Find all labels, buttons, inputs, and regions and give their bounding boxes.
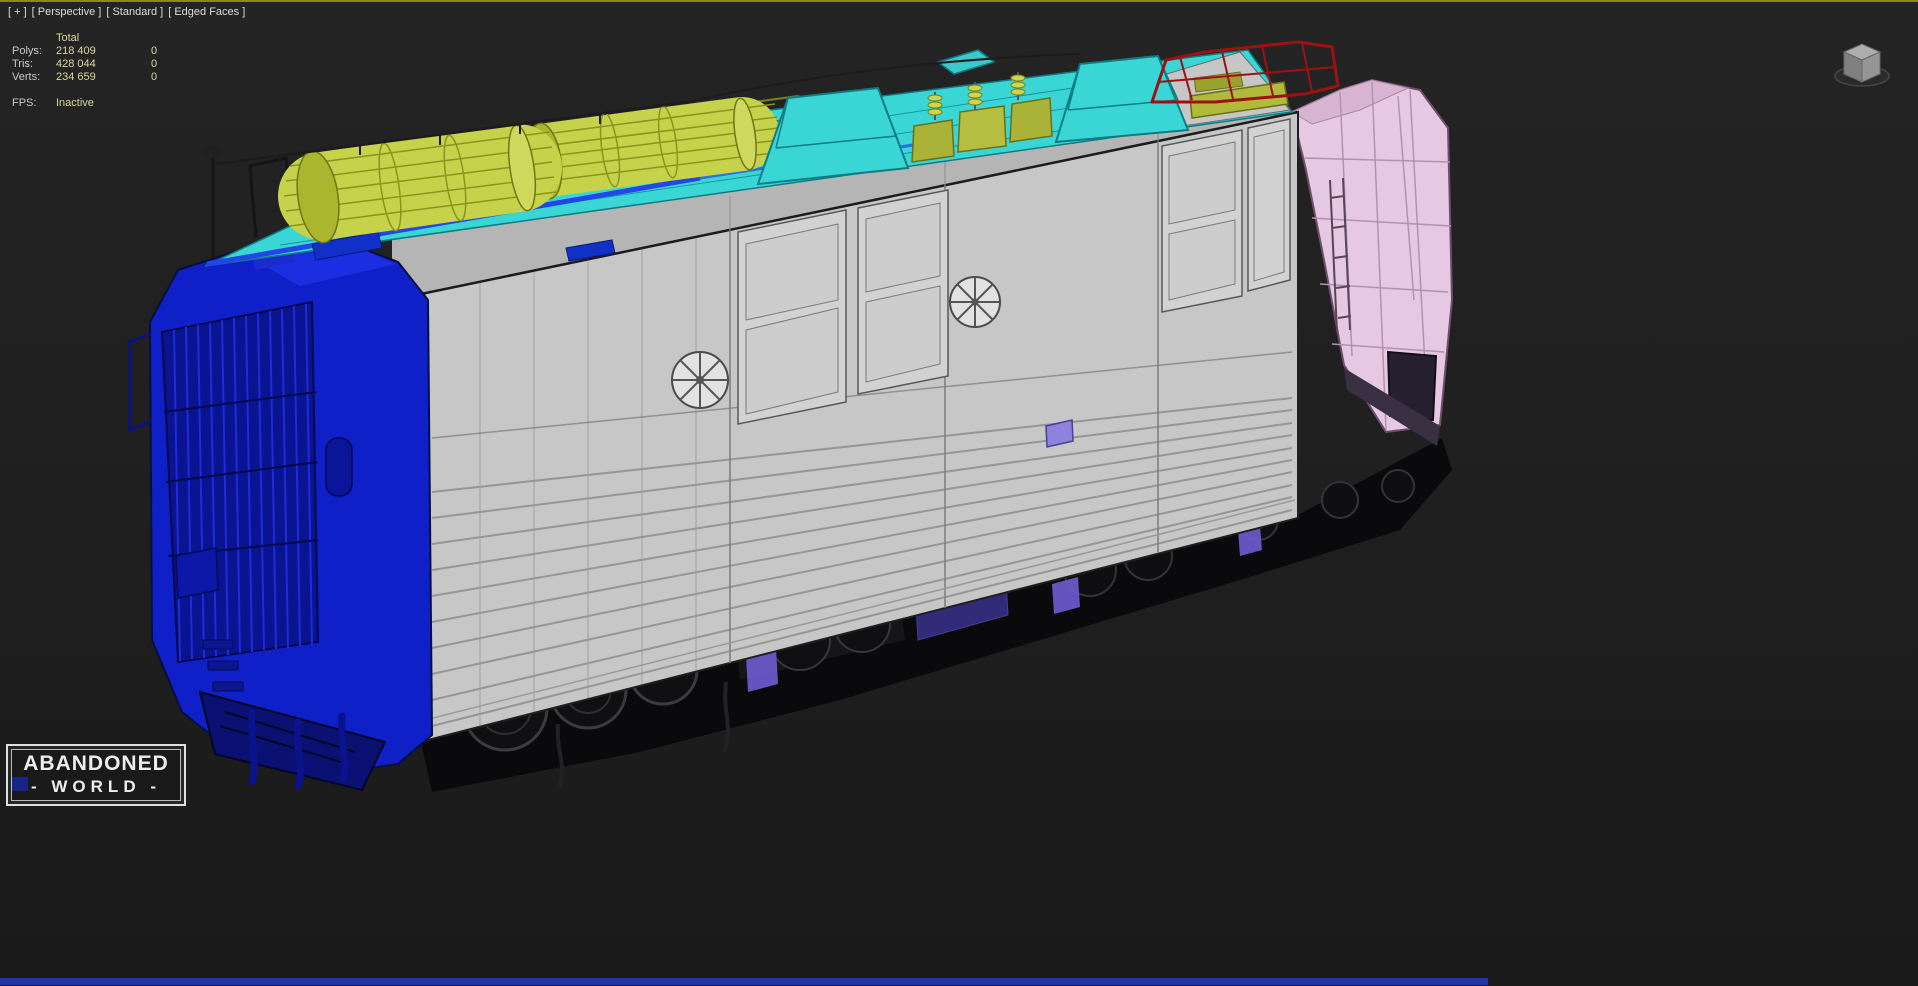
- watermark-line1: ABANDONED: [23, 752, 169, 775]
- viewcube-icon[interactable]: [1826, 24, 1898, 96]
- stats-polys-secondary: 0: [151, 45, 158, 57]
- viewport-shading-menu[interactable]: [ Standard ]: [106, 6, 163, 18]
- stats-polys-label: Polys:: [12, 45, 42, 57]
- stats-tris-value: 428 044: [56, 58, 96, 70]
- viewport-mode-menu[interactable]: [ Edged Faces ]: [168, 6, 245, 18]
- 3d-viewport[interactable]: [ + ] [ Perspective ] [ Standard ] [ Edg…: [0, 0, 1918, 986]
- locomotive-rear-section-pink[interactable]: [1290, 78, 1454, 446]
- viewport-label: [ + ] [ Perspective ] [ Standard ] [ Edg…: [8, 6, 245, 18]
- roof-fan-grille-rear[interactable]: [949, 276, 1001, 328]
- watermark-line2: - WORLD -: [12, 777, 180, 797]
- stats-tris-label: Tris:: [12, 58, 33, 70]
- stats-total-header: Total: [56, 32, 80, 44]
- roof-fan-grille-front[interactable]: [671, 351, 729, 409]
- active-viewport-border: [0, 0, 1918, 2]
- viewport-pov-menu[interactable]: [ Perspective ]: [32, 6, 102, 18]
- stats-polys-value: 218 409: [56, 45, 96, 57]
- stats-verts-value: 234 659: [56, 71, 96, 83]
- watermark-dash-right: -: [150, 777, 162, 796]
- viewport-statistics: Total Polys: 218 409 0 Tris: 428 044 0 V…: [12, 32, 181, 110]
- viewport-canvas[interactable]: [0, 0, 1918, 986]
- stats-verts-secondary: 0: [151, 71, 158, 83]
- watermark-line2-text: WORLD: [51, 777, 141, 796]
- watermark-abandoned-world: ABANDONED - WORLD -: [6, 744, 186, 806]
- stats-verts-label: Verts:: [12, 71, 41, 83]
- stats-tris-secondary: 0: [151, 58, 158, 70]
- stats-spacer: [12, 32, 56, 45]
- track-object-blue[interactable]: [0, 978, 1488, 985]
- fps-label: FPS:: [12, 97, 37, 109]
- viewport-general-menu[interactable]: [ + ]: [8, 6, 27, 18]
- watermark-dash-left: -: [30, 777, 42, 796]
- fps-value: Inactive: [56, 97, 94, 109]
